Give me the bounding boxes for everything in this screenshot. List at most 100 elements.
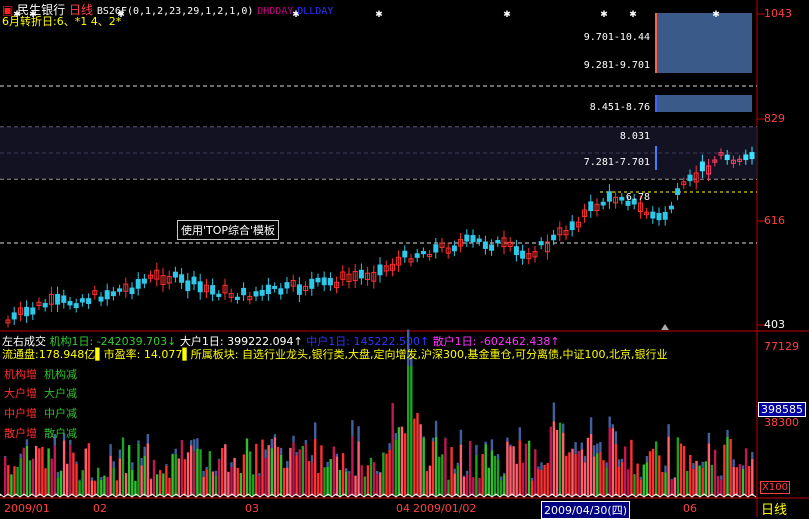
volume-bar: [537, 466, 539, 468]
volume-bar: [410, 366, 412, 496]
stock-info-line: 流通盘:178.948亿▌市盈率: 14.077▌所属板块: 自选行业龙头,银行…: [2, 346, 667, 362]
candle-body: [316, 278, 320, 281]
volume-bar: [38, 448, 40, 496]
volume-bar: [289, 448, 291, 496]
template-tooltip: 使用'TOP综合'模板: [177, 220, 279, 240]
volume-bar: [602, 460, 604, 496]
candle-body: [235, 297, 239, 299]
volume-bar: [395, 433, 397, 439]
volume-bar: [574, 454, 576, 496]
candlestick-chart[interactable]: ✱✱✱✱✱✱✱✱✱: [0, 0, 809, 517]
volume-bar: [671, 480, 673, 496]
legend-jg-down: 机构减: [44, 368, 77, 381]
volume-bar: [469, 441, 471, 496]
volume-bar: [305, 440, 307, 444]
volume-bar: [633, 474, 635, 496]
volume-bar: [215, 471, 217, 476]
volume-bar: [680, 443, 682, 496]
volume-bar: [711, 465, 713, 496]
volume-bar: [206, 469, 208, 496]
candle-body: [180, 275, 184, 282]
candle-body: [589, 202, 593, 211]
volume-bar: [463, 477, 465, 496]
volume-bar: [528, 441, 530, 496]
volume-bar: [26, 446, 28, 496]
volume-bar: [543, 465, 545, 496]
resistance-box: [656, 13, 752, 73]
volume-bar: [714, 450, 716, 496]
volume-bar: [116, 480, 118, 496]
volume-bar: [271, 448, 273, 496]
volume-bar: [326, 467, 328, 496]
volume-bar: [388, 450, 390, 496]
candle-body: [744, 155, 748, 160]
candle-body: [552, 235, 556, 240]
volume-bar: [137, 444, 139, 496]
price-axis-label: 616: [764, 214, 785, 227]
volume-bar: [627, 469, 629, 496]
volume-bar: [559, 423, 561, 496]
volume-bar: [596, 453, 598, 496]
volume-bar: [444, 438, 446, 496]
volume-bar: [726, 437, 728, 496]
candle-body: [514, 247, 518, 255]
candle-body: [254, 292, 258, 296]
volume-bar: [609, 417, 611, 428]
volume-bar: [733, 467, 735, 496]
volume-bar: [500, 480, 502, 496]
signal-star-icon: ✱: [503, 10, 511, 20]
volume-bar: [571, 449, 573, 496]
volume-bar: [280, 455, 282, 496]
volume-bar: [562, 424, 564, 433]
volume-bar: [460, 430, 462, 445]
volume-bar: [630, 440, 632, 496]
period-button[interactable]: 日线: [761, 499, 787, 518]
volume-bar: [432, 438, 434, 441]
volume-bar: [91, 480, 93, 496]
volume-bar: [485, 444, 487, 496]
volume-bar: [131, 470, 133, 496]
volume-bar: [751, 459, 753, 496]
volume-bar: [683, 446, 685, 496]
volume-bar: [519, 440, 521, 496]
volume-bar: [450, 447, 452, 496]
candle-body: [521, 251, 525, 258]
volume-bar: [168, 478, 170, 496]
volume-bar: [85, 448, 87, 496]
volume-bar: [82, 470, 84, 496]
volume-bar: [590, 417, 592, 434]
volume-bar: [370, 458, 372, 496]
volume-bar: [621, 459, 623, 462]
volume-bar: [4, 456, 6, 457]
volume-bar: [233, 458, 235, 496]
volume-bar: [702, 462, 704, 468]
volume-bar: [677, 437, 679, 496]
volume-bar: [63, 440, 65, 496]
candle-body: [452, 246, 456, 251]
signal-star-icon: ✱: [629, 10, 637, 20]
volume-bar: [481, 454, 483, 496]
volume-bar: [156, 474, 158, 496]
volume-bar: [426, 471, 428, 496]
volume-bar: [175, 449, 177, 454]
volume-bar: [286, 468, 288, 496]
volume-bar: [395, 440, 397, 496]
volume-bar: [190, 440, 192, 445]
volume-bar: [326, 462, 328, 467]
volume-bar: [57, 477, 59, 496]
band-label: 9.701-10.44: [560, 32, 650, 43]
candle-body: [750, 153, 754, 159]
volume-bar: [295, 456, 297, 496]
volume-bar: [720, 480, 722, 496]
volume-bar: [441, 454, 443, 496]
candle-body: [74, 304, 78, 308]
volume-bar: [119, 458, 121, 496]
volume-bar: [91, 477, 93, 480]
candle-body: [68, 302, 72, 305]
volume-bar: [531, 478, 533, 481]
volume-bar: [540, 470, 542, 496]
dllday-label: DLLDAY: [297, 6, 333, 17]
legend-row: 大户增 大户减: [4, 385, 77, 401]
volume-bar: [612, 424, 614, 428]
volume-bar: [454, 473, 456, 496]
